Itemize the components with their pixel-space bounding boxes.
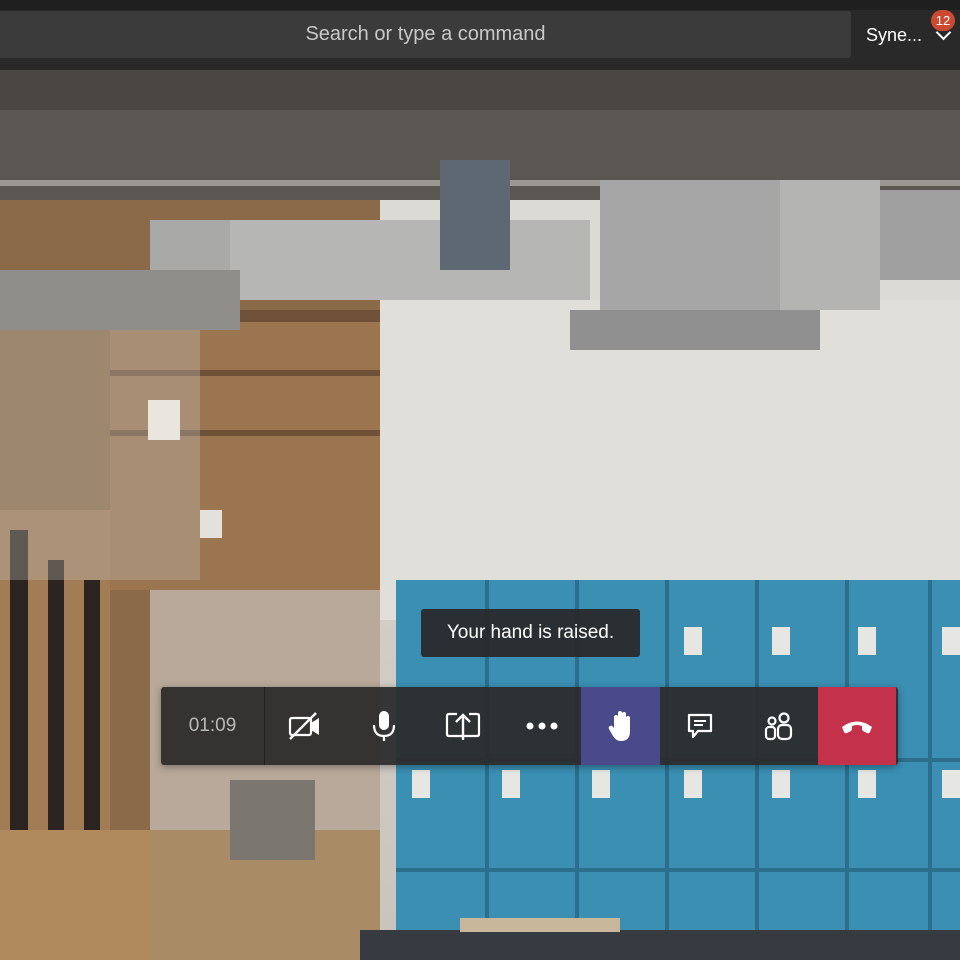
call-timer: 01:09 [161, 687, 265, 765]
participants-icon [764, 712, 792, 741]
top-bar: Search or type a command Syne... 12 [0, 0, 960, 70]
hang-up-icon [842, 721, 872, 734]
video-feed: Your hand is raised. 01:09 [0, 70, 960, 960]
raised-hand-icon [608, 711, 630, 741]
video-off-icon [288, 712, 319, 740]
search-box[interactable]: Search or type a command [0, 11, 851, 58]
hang-up-button[interactable] [818, 687, 896, 765]
hand-raised-tooltip: Your hand is raised. [421, 609, 640, 657]
chat-button[interactable] [660, 687, 739, 765]
participants-button[interactable] [739, 687, 818, 765]
share-screen-icon [445, 712, 480, 740]
title-strip [0, 0, 960, 10]
call-controls-bar: 01:09 [161, 687, 898, 765]
more-options-button[interactable] [502, 687, 581, 765]
tooltip-text: Your hand is raised. [446, 622, 615, 643]
search-placeholder: Search or type a command [305, 23, 546, 45]
microphone-toggle-button[interactable] [344, 687, 423, 765]
office-background-image [0, 70, 960, 960]
microphone-icon [372, 711, 395, 741]
share-screen-button[interactable] [423, 687, 502, 765]
notification-badge: 12 [931, 10, 955, 31]
call-timer-text: 01:09 [188, 715, 237, 736]
more-options-icon [526, 722, 557, 730]
account-name: Syne... [866, 24, 923, 45]
camera-toggle-button[interactable] [265, 687, 344, 765]
chat-icon [687, 713, 712, 739]
raise-hand-button[interactable] [581, 687, 660, 765]
